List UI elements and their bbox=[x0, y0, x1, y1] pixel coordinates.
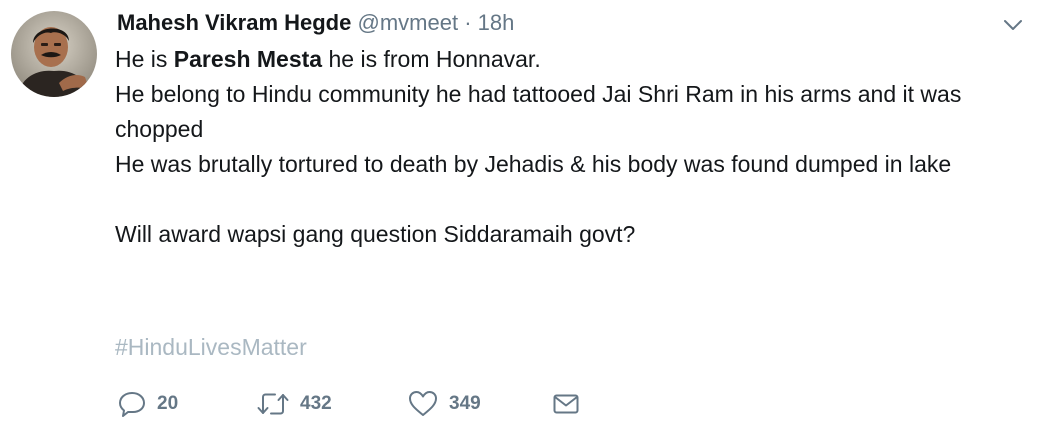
tweet-header: Mahesh Vikram Hegde @mvmeet · 18h bbox=[117, 8, 514, 38]
like-button[interactable]: 349 bbox=[407, 386, 481, 422]
author-name[interactable]: Mahesh Vikram Hegde bbox=[117, 10, 351, 35]
reply-button[interactable]: 20 bbox=[117, 386, 178, 422]
separator-dot: · bbox=[464, 10, 472, 35]
envelope-icon bbox=[551, 389, 581, 419]
retweet-count: 432 bbox=[300, 393, 332, 414]
tweet-text: He is Paresh Mesta he is from Honnavar. … bbox=[115, 42, 1015, 252]
author-handle[interactable]: @mvmeet bbox=[357, 10, 458, 35]
tweet-line-1: He is Paresh Mesta he is from Honnavar. bbox=[115, 46, 541, 72]
tweet-line-3: He was brutally tortured to death by Jeh… bbox=[115, 151, 952, 177]
direct-message-button[interactable] bbox=[551, 386, 581, 422]
tweet-line-2: He belong to Hindu community he had tatt… bbox=[115, 81, 962, 142]
tweet[interactable]: Mahesh Vikram Hegde @mvmeet · 18h He is … bbox=[0, 0, 1040, 432]
retweet-button[interactable]: 432 bbox=[256, 386, 332, 422]
avatar[interactable] bbox=[11, 11, 97, 97]
like-count: 349 bbox=[449, 393, 481, 414]
heart-icon bbox=[407, 389, 439, 419]
reply-count: 20 bbox=[157, 393, 179, 414]
more-options-chevron-down-icon[interactable] bbox=[1000, 12, 1026, 38]
retweet-icon bbox=[256, 389, 290, 419]
reply-icon bbox=[117, 389, 147, 419]
tweet-line-4: Will award wapsi gang question Siddarama… bbox=[115, 221, 636, 247]
mentioned-name: Paresh Mesta bbox=[173, 46, 323, 72]
hashtag-link[interactable]: #HinduLivesMatter bbox=[115, 330, 307, 365]
timestamp[interactable]: 18h bbox=[478, 10, 515, 35]
